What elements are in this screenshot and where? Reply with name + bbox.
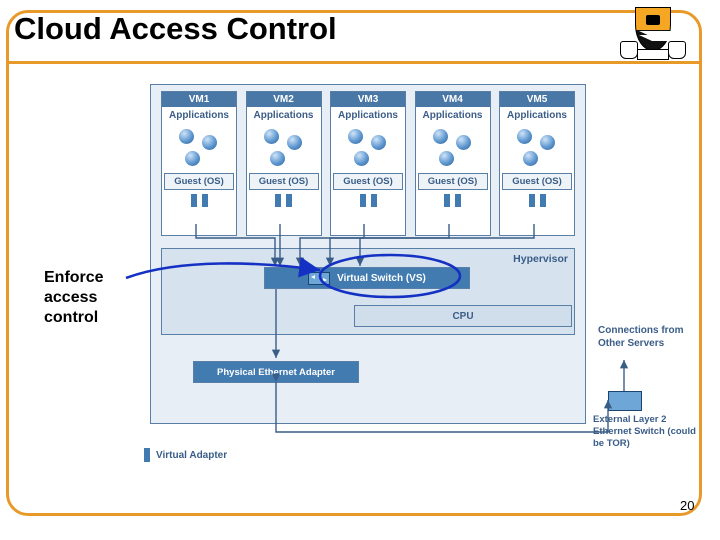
hypervisor-box: Hypervisor Virtual Switch (VS) CPU [161, 248, 575, 335]
legend-virtual-adapter: Virtual Adapter [156, 450, 227, 461]
vm-guest-label: Guest (OS) [249, 173, 319, 190]
virtual-adapter-icon [540, 194, 546, 207]
vm-apps-label: Applications [162, 107, 236, 121]
virtual-adapter-icon [275, 194, 281, 207]
vm-box: VM4 Applications Guest (OS) [415, 91, 491, 236]
virtual-adapter-icon [286, 194, 292, 207]
logo-chevrons-icon [639, 31, 691, 37]
vm-apps-icon [500, 121, 574, 171]
switch-icon [308, 272, 330, 285]
virtual-adapter-icon [455, 194, 461, 207]
vm-apps-icon [331, 121, 405, 171]
hypervisor-label: Hypervisor [513, 253, 568, 265]
vm-apps-label: Applications [500, 107, 574, 121]
logo-lion-right-icon [668, 41, 686, 59]
vm-virtual-adapters [416, 194, 490, 216]
vm-apps-icon [162, 121, 236, 171]
vm-guest-label: Guest (OS) [418, 173, 488, 190]
vm-box: VM2 Applications Guest (OS) [246, 91, 322, 236]
vm-box: VM5 Applications Guest (OS) [499, 91, 575, 236]
vm-apps-label: Applications [247, 107, 321, 121]
logo-shield-icon [635, 7, 671, 51]
vm-apps-label: Applications [416, 107, 490, 121]
vm-virtual-adapters [331, 194, 405, 216]
vm-apps-icon [247, 121, 321, 171]
vm-title: VM3 [331, 92, 405, 107]
virtual-adapter-icon [360, 194, 366, 207]
vm-guest-label: Guest (OS) [502, 173, 572, 190]
legend: Virtual Adapter [144, 448, 227, 462]
physical-adapter-label: Physical Ethernet Adapter [217, 367, 335, 378]
vm-title: VM1 [162, 92, 236, 107]
vm-virtual-adapters [162, 194, 236, 216]
virtual-adapter-icon [202, 194, 208, 207]
external-switch-icon [608, 391, 642, 411]
logo-lion-left-icon [620, 41, 638, 59]
vm-guest-label: Guest (OS) [333, 173, 403, 190]
logo-plaque [637, 49, 669, 60]
external-switch-label: External Layer 2 Ethernet Switch (could … [593, 414, 705, 450]
virtual-adapter-icon [371, 194, 377, 207]
vm-box: VM1 Applications Guest (OS) [161, 91, 237, 236]
vm-apps-label: Applications [331, 107, 405, 121]
title-divider [7, 61, 701, 64]
vm-title: VM2 [247, 92, 321, 107]
virtual-adapter-icon [144, 448, 150, 462]
host-box: VM1 Applications Guest (OS) VM2 Applicat… [150, 84, 586, 424]
vm-title: VM5 [500, 92, 574, 107]
connections-label: Connections from Other Servers [598, 324, 698, 350]
virtual-adapter-icon [529, 194, 535, 207]
physical-adapter-box: Physical Ethernet Adapter [193, 361, 359, 383]
page-number: 20 [680, 498, 694, 513]
vm-box: VM3 Applications Guest (OS) [330, 91, 406, 236]
university-logo [620, 7, 684, 69]
slide-title: Cloud Access Control [14, 11, 337, 47]
architecture-diagram: VM1 Applications Guest (OS) VM2 Applicat… [150, 84, 584, 422]
vm-apps-icon [416, 121, 490, 171]
vm-title: VM4 [416, 92, 490, 107]
cpu-label: CPU [452, 311, 473, 322]
virtual-switch-box: Virtual Switch (VS) [264, 267, 470, 289]
cpu-box: CPU [354, 305, 572, 327]
vm-virtual-adapters [500, 194, 574, 216]
virtual-adapter-icon [444, 194, 450, 207]
vm-guest-label: Guest (OS) [164, 173, 234, 190]
vm-row: VM1 Applications Guest (OS) VM2 Applicat… [161, 91, 575, 236]
virtual-adapter-icon [191, 194, 197, 207]
annotation-text: Enforce access control [44, 268, 124, 328]
vm-virtual-adapters [247, 194, 321, 216]
virtual-switch-label: Virtual Switch (VS) [337, 273, 426, 284]
